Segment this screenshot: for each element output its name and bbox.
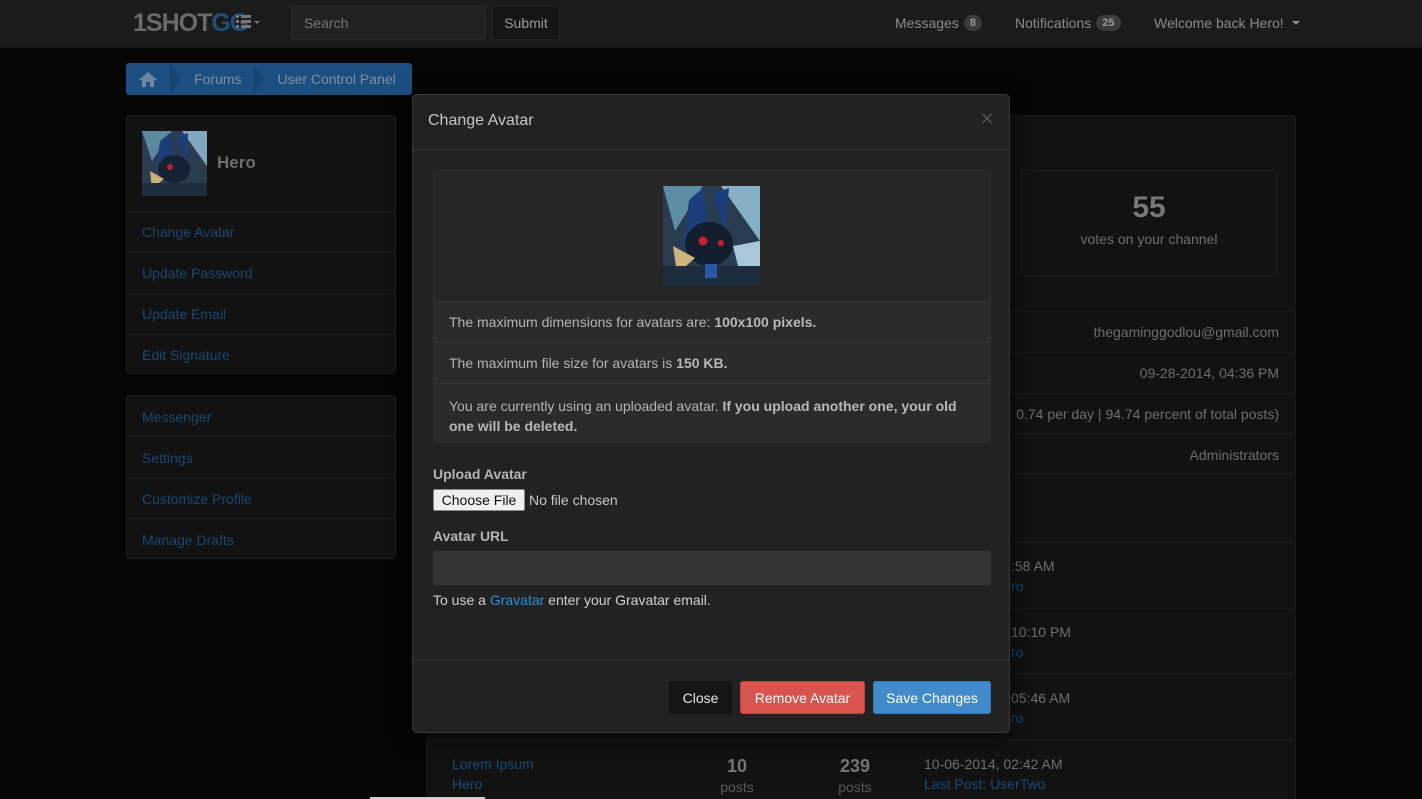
breadcrumb: Forums User Control Panel [126,63,412,95]
messages-link[interactable]: Messages 8 [895,15,982,31]
gravatar-link[interactable]: Gravatar [490,592,544,608]
current-avatar-image [663,186,760,286]
choose-file-button[interactable]: Choose File [433,489,525,511]
notifications-count-badge: 25 [1096,15,1121,31]
top-navbar: 1SHOTGG Submit Messages 8 Notifications … [0,0,1422,48]
modal-title: Change Avatar [428,112,534,129]
close-button[interactable]: Close [669,681,732,714]
topic-row-time: 10:10 PM [1011,624,1071,640]
sidebar-link-settings[interactable]: Settings [142,450,193,466]
channel-votes-value: 55 [1132,191,1166,224]
avatar-url-label: Avatar URL [433,528,509,544]
avatar-url-input[interactable] [433,551,991,585]
change-avatar-modal: Change Avatar × The maximum dimensions f… [412,94,1010,733]
avatar-current-info: You are currently using an uploaded avat… [434,383,990,443]
channel-votes-stat: 55 votes on your channel [1021,170,1277,276]
sidebar-link-update-email[interactable]: Update Email [142,306,226,322]
messages-count-badge: 8 [963,15,982,31]
sidebar-username: Hero [217,153,256,172]
breadcrumb-user-control-panel[interactable]: User Control Panel [271,71,407,87]
caret-down-icon [1291,21,1300,25]
profile-sidebar-panel: Hero Change Avatar Update Password Updat… [126,115,396,374]
sidebar-link-messenger[interactable]: Messenger [142,409,211,425]
search-submit-button[interactable]: Submit [492,6,560,40]
topic-replies-count: 10 posts [720,756,754,795]
topic-author-link[interactable]: Hero [452,776,482,792]
gravatar-help-text: To use a Gravatar enter your Gravatar em… [433,592,711,608]
avatar-filesize-info: The maximum file size for avatars is 150… [434,342,990,383]
avatar-dimensions-info: The maximum dimensions for avatars are: … [434,301,990,342]
modal-footer: Close Remove Avatar Save Changes [413,660,1009,733]
profile-post-stats: 0.74 per day | 94.74 percent of total po… [1016,406,1279,422]
sidebar-link-manage-drafts[interactable]: Manage Drafts [142,532,234,548]
avatar-info-panel: The maximum dimensions for avatars are: … [433,170,991,443]
home-icon[interactable] [126,63,170,95]
topic-row-time: 10-06-2014, 02:42 AM [924,756,1063,772]
list-menu-icon[interactable] [236,14,262,30]
topic-views-count: 239 posts [838,756,872,795]
current-avatar-area [434,171,990,301]
profile-email: thegaminggodlou@gmail.com [1093,324,1279,340]
topic-row-last-post[interactable]: ro [1011,710,1023,726]
search-input[interactable] [291,6,486,40]
user-menu-dropdown[interactable]: Welcome back Hero! [1154,15,1300,31]
breadcrumb-separator [253,63,264,95]
topic-title-link[interactable]: Lorem Ipsum [452,756,534,772]
breadcrumb-forums[interactable]: Forums [188,71,253,87]
topic-row-last-post[interactable]: ro [1011,644,1023,660]
upload-avatar-label: Upload Avatar [433,466,527,482]
topic-row-last-post[interactable]: Last Post: UserTwo [924,776,1045,792]
account-sidebar-panel: Messenger Settings Customize Profile Man… [126,395,396,559]
sidebar-link-customize-profile[interactable]: Customize Profile [142,491,252,507]
profile-usergroup: Administrators [1189,447,1279,463]
breadcrumb-separator [170,63,180,95]
topic-row-last-post[interactable]: ro [1011,578,1023,594]
file-status-text: No file chosen [529,492,618,508]
topic-row-time: 05:46 AM [1011,690,1071,706]
topic-row-time: :58 AM [1011,558,1055,574]
sidebar-link-edit-signature[interactable]: Edit Signature [142,347,230,363]
user-avatar [142,131,207,196]
notifications-link[interactable]: Notifications 25 [1015,15,1121,31]
save-changes-button[interactable]: Save Changes [873,681,991,714]
close-icon[interactable]: × [979,109,995,129]
modal-header: Change Avatar × [413,95,1009,150]
profile-joined-date: 09-28-2014, 04:36 PM [1139,365,1279,381]
brand-logo[interactable]: 1SHOTGG [133,9,249,38]
channel-votes-label: votes on your channel [1080,231,1218,247]
remove-avatar-button[interactable]: Remove Avatar [740,681,865,714]
sidebar-link-update-password[interactable]: Update Password [142,265,253,281]
sidebar-link-change-avatar[interactable]: Change Avatar [142,224,234,240]
